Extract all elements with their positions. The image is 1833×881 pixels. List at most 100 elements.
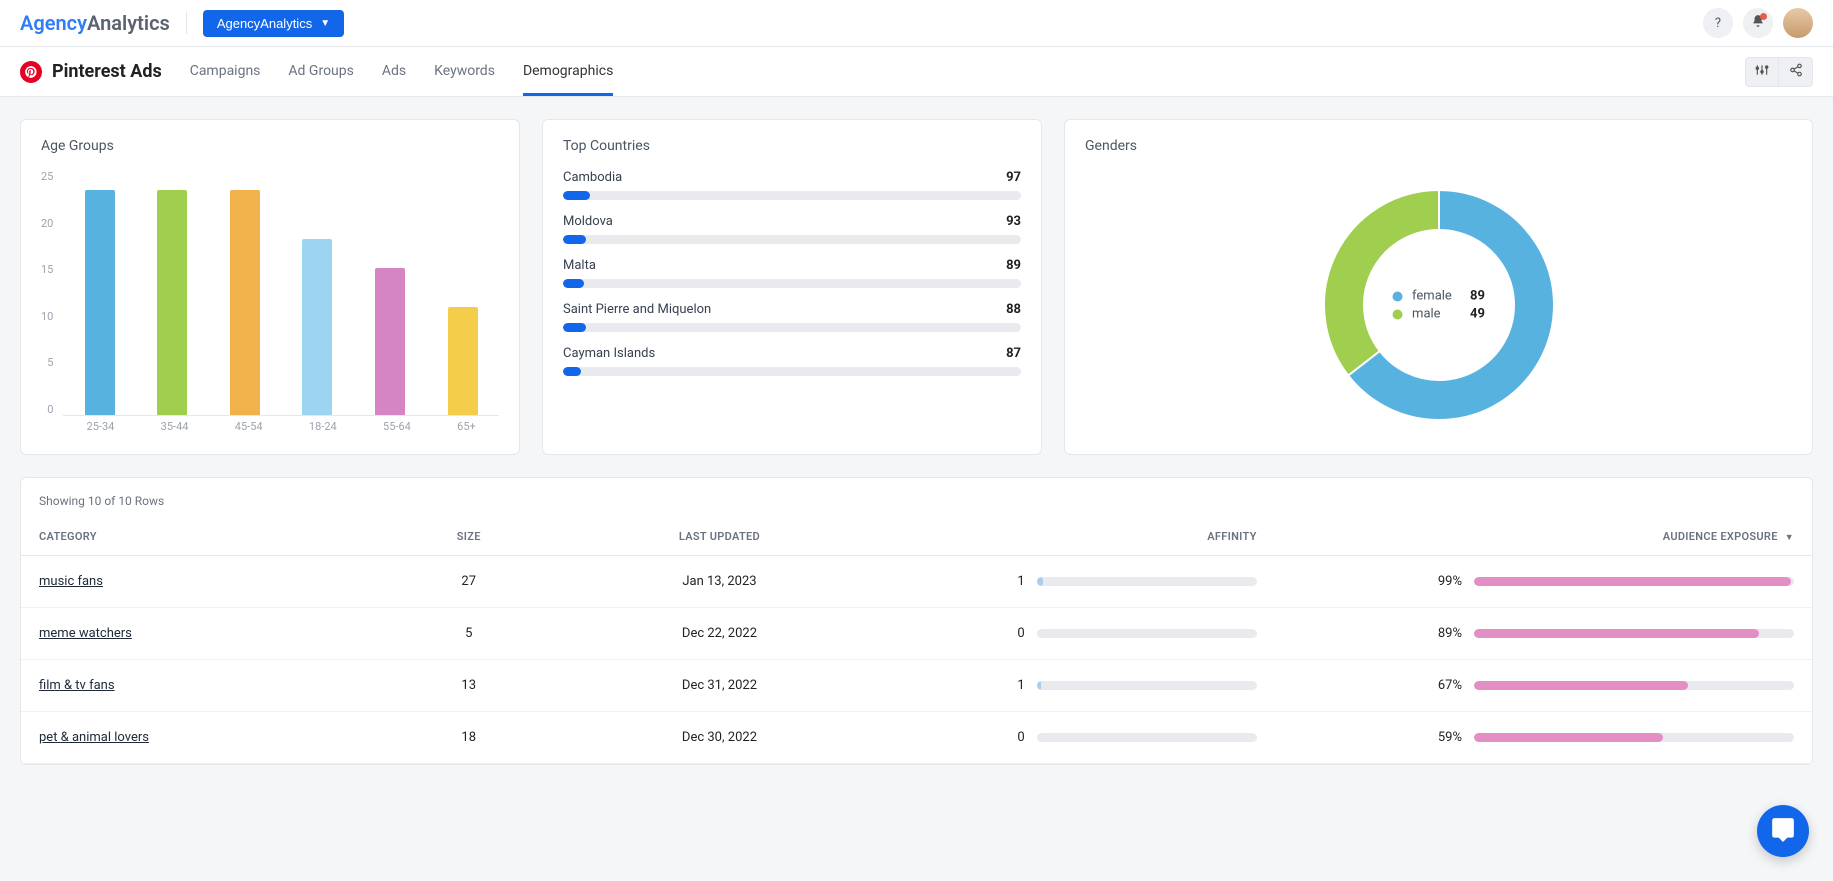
category-link[interactable]: pet & animal lovers (39, 730, 149, 745)
category-link[interactable]: film & tv fans (39, 678, 115, 693)
help-button[interactable]: ? (1703, 8, 1733, 38)
top-header: AgencyAnalytics AgencyAnalytics ▼ ? (0, 0, 1833, 47)
country-row: Saint Pierre and Miquelon 88 (563, 302, 1021, 332)
y-tick: 20 (41, 217, 53, 230)
settings-button[interactable] (1745, 57, 1779, 87)
notifications-button[interactable] (1743, 8, 1773, 38)
col-size[interactable]: SIZE (379, 518, 558, 556)
logo-divider (186, 12, 187, 34)
sub-header-left: Pinterest Ads Campaigns Ad Groups Ads Ke… (20, 47, 613, 96)
user-avatar[interactable] (1783, 8, 1813, 38)
country-bar-fill (563, 367, 581, 376)
audience-table: CATEGORY SIZE LAST UPDATED AFFINITY AUDI… (21, 518, 1812, 764)
bar-plot (63, 170, 499, 416)
bar (302, 239, 332, 415)
tab-campaigns[interactable]: Campaigns (190, 47, 261, 96)
affinity-bar-fill (1037, 577, 1044, 586)
x-tick: 45-54 (235, 420, 263, 440)
tab-ad-groups[interactable]: Ad Groups (288, 47, 353, 96)
country-bar-fill (563, 323, 586, 332)
affinity-bar (1037, 681, 1257, 690)
col-category[interactable]: CATEGORY (21, 518, 379, 556)
exposure-bar-fill (1474, 733, 1663, 742)
country-value: 88 (1006, 302, 1021, 317)
tab-demographics[interactable]: Demographics (523, 47, 613, 96)
top-header-right: ? (1703, 8, 1813, 38)
y-tick: 0 (47, 403, 53, 416)
tab-ads[interactable]: Ads (382, 47, 406, 96)
cell-exposure: 67% (1275, 660, 1812, 712)
countries-list: Cambodia97Moldova93Malta89Saint Pierre a… (563, 170, 1021, 376)
bar-y-axis: 25 20 15 10 5 0 (41, 170, 63, 416)
cell-size: 5 (379, 608, 558, 660)
exposure-label: 99% (1438, 574, 1462, 589)
country-value: 93 (1006, 214, 1021, 229)
country-bar (563, 367, 1021, 376)
age-groups-title: Age Groups (41, 138, 499, 154)
workspace-dropdown[interactable]: AgencyAnalytics ▼ (203, 10, 344, 37)
pinterest-icon (20, 61, 42, 83)
cell-affinity: 0 (881, 608, 1275, 660)
x-tick: 55-64 (383, 420, 411, 440)
legend-label: female (1412, 289, 1460, 304)
col-affinity[interactable]: AFFINITY (881, 518, 1275, 556)
affinity-bar (1037, 577, 1257, 586)
legend-label: male (1412, 307, 1460, 322)
table-row: meme watchers 5Dec 22, 2022089% (21, 608, 1812, 660)
legend-dot-icon (1392, 291, 1402, 301)
country-head: Cayman Islands87 (563, 346, 1021, 361)
country-value: 97 (1006, 170, 1021, 185)
cell-last-updated: Dec 22, 2022 (558, 608, 880, 660)
cell-size: 18 (379, 712, 558, 764)
country-row: Cayman Islands87 (563, 346, 1021, 376)
cell-exposure: 89% (1275, 608, 1812, 660)
col-last-updated[interactable]: LAST UPDATED (558, 518, 880, 556)
sliders-icon (1755, 63, 1769, 81)
audience-table-card: Showing 10 of 10 Rows CATEGORY SIZE LAST… (20, 477, 1813, 765)
exposure-bar-fill (1474, 577, 1791, 586)
country-bar (563, 235, 1021, 244)
cell-size: 27 (379, 556, 558, 608)
genders-title: Genders (1085, 138, 1792, 154)
table-row: music fans27Jan 13, 2023199% (21, 556, 1812, 608)
logo[interactable]: AgencyAnalytics (20, 11, 170, 35)
exposure-label: 59% (1438, 730, 1462, 745)
y-tick: 5 (47, 356, 53, 369)
exposure-bar (1474, 681, 1794, 690)
country-head: Malta89 (563, 258, 1021, 273)
cell-size: 13 (379, 660, 558, 712)
x-tick: 18-24 (309, 420, 337, 440)
cell-affinity: 1 (881, 660, 1275, 712)
tab-keywords[interactable]: Keywords (434, 47, 495, 96)
country-row: Moldova93 (563, 214, 1021, 244)
x-tick: 65+ (457, 420, 476, 440)
chat-widget-button[interactable] (1757, 805, 1809, 857)
category-link[interactable]: music fans (39, 574, 103, 589)
table-body: music fans27Jan 13, 2023199%meme watcher… (21, 556, 1812, 764)
cell-affinity: 0 (881, 712, 1275, 764)
workspace-label: AgencyAnalytics (217, 16, 312, 31)
cell-exposure: 99% (1275, 556, 1812, 608)
country-bar (563, 191, 1021, 200)
notification-dot-icon (1760, 13, 1767, 20)
country-bar-fill (563, 191, 590, 200)
share-button[interactable] (1779, 57, 1813, 87)
affinity-bar-fill (1037, 681, 1041, 690)
country-name: Saint Pierre and Miquelon (563, 302, 711, 317)
category-link[interactable]: meme watchers (39, 626, 132, 641)
country-bar (563, 279, 1021, 288)
exposure-bar (1474, 733, 1794, 742)
exposure-bar (1474, 577, 1794, 586)
share-icon (1789, 63, 1803, 81)
country-head: Moldova93 (563, 214, 1021, 229)
logo-part-analytics: Analytics (87, 11, 170, 35)
country-name: Cayman Islands (563, 346, 655, 361)
genders-chart: female 89 male 49 (1085, 170, 1792, 440)
tabs: Campaigns Ad Groups Ads Keywords Demogra… (190, 47, 614, 96)
col-audience-exposure[interactable]: AUDIENCE EXPOSURE ▼ (1275, 518, 1812, 556)
table-header-row: CATEGORY SIZE LAST UPDATED AFFINITY AUDI… (21, 518, 1812, 556)
table-meta: Showing 10 of 10 Rows (21, 478, 1812, 518)
country-bar-fill (563, 235, 586, 244)
donut-slice (1324, 190, 1439, 376)
chevron-down-icon: ▼ (320, 18, 330, 29)
